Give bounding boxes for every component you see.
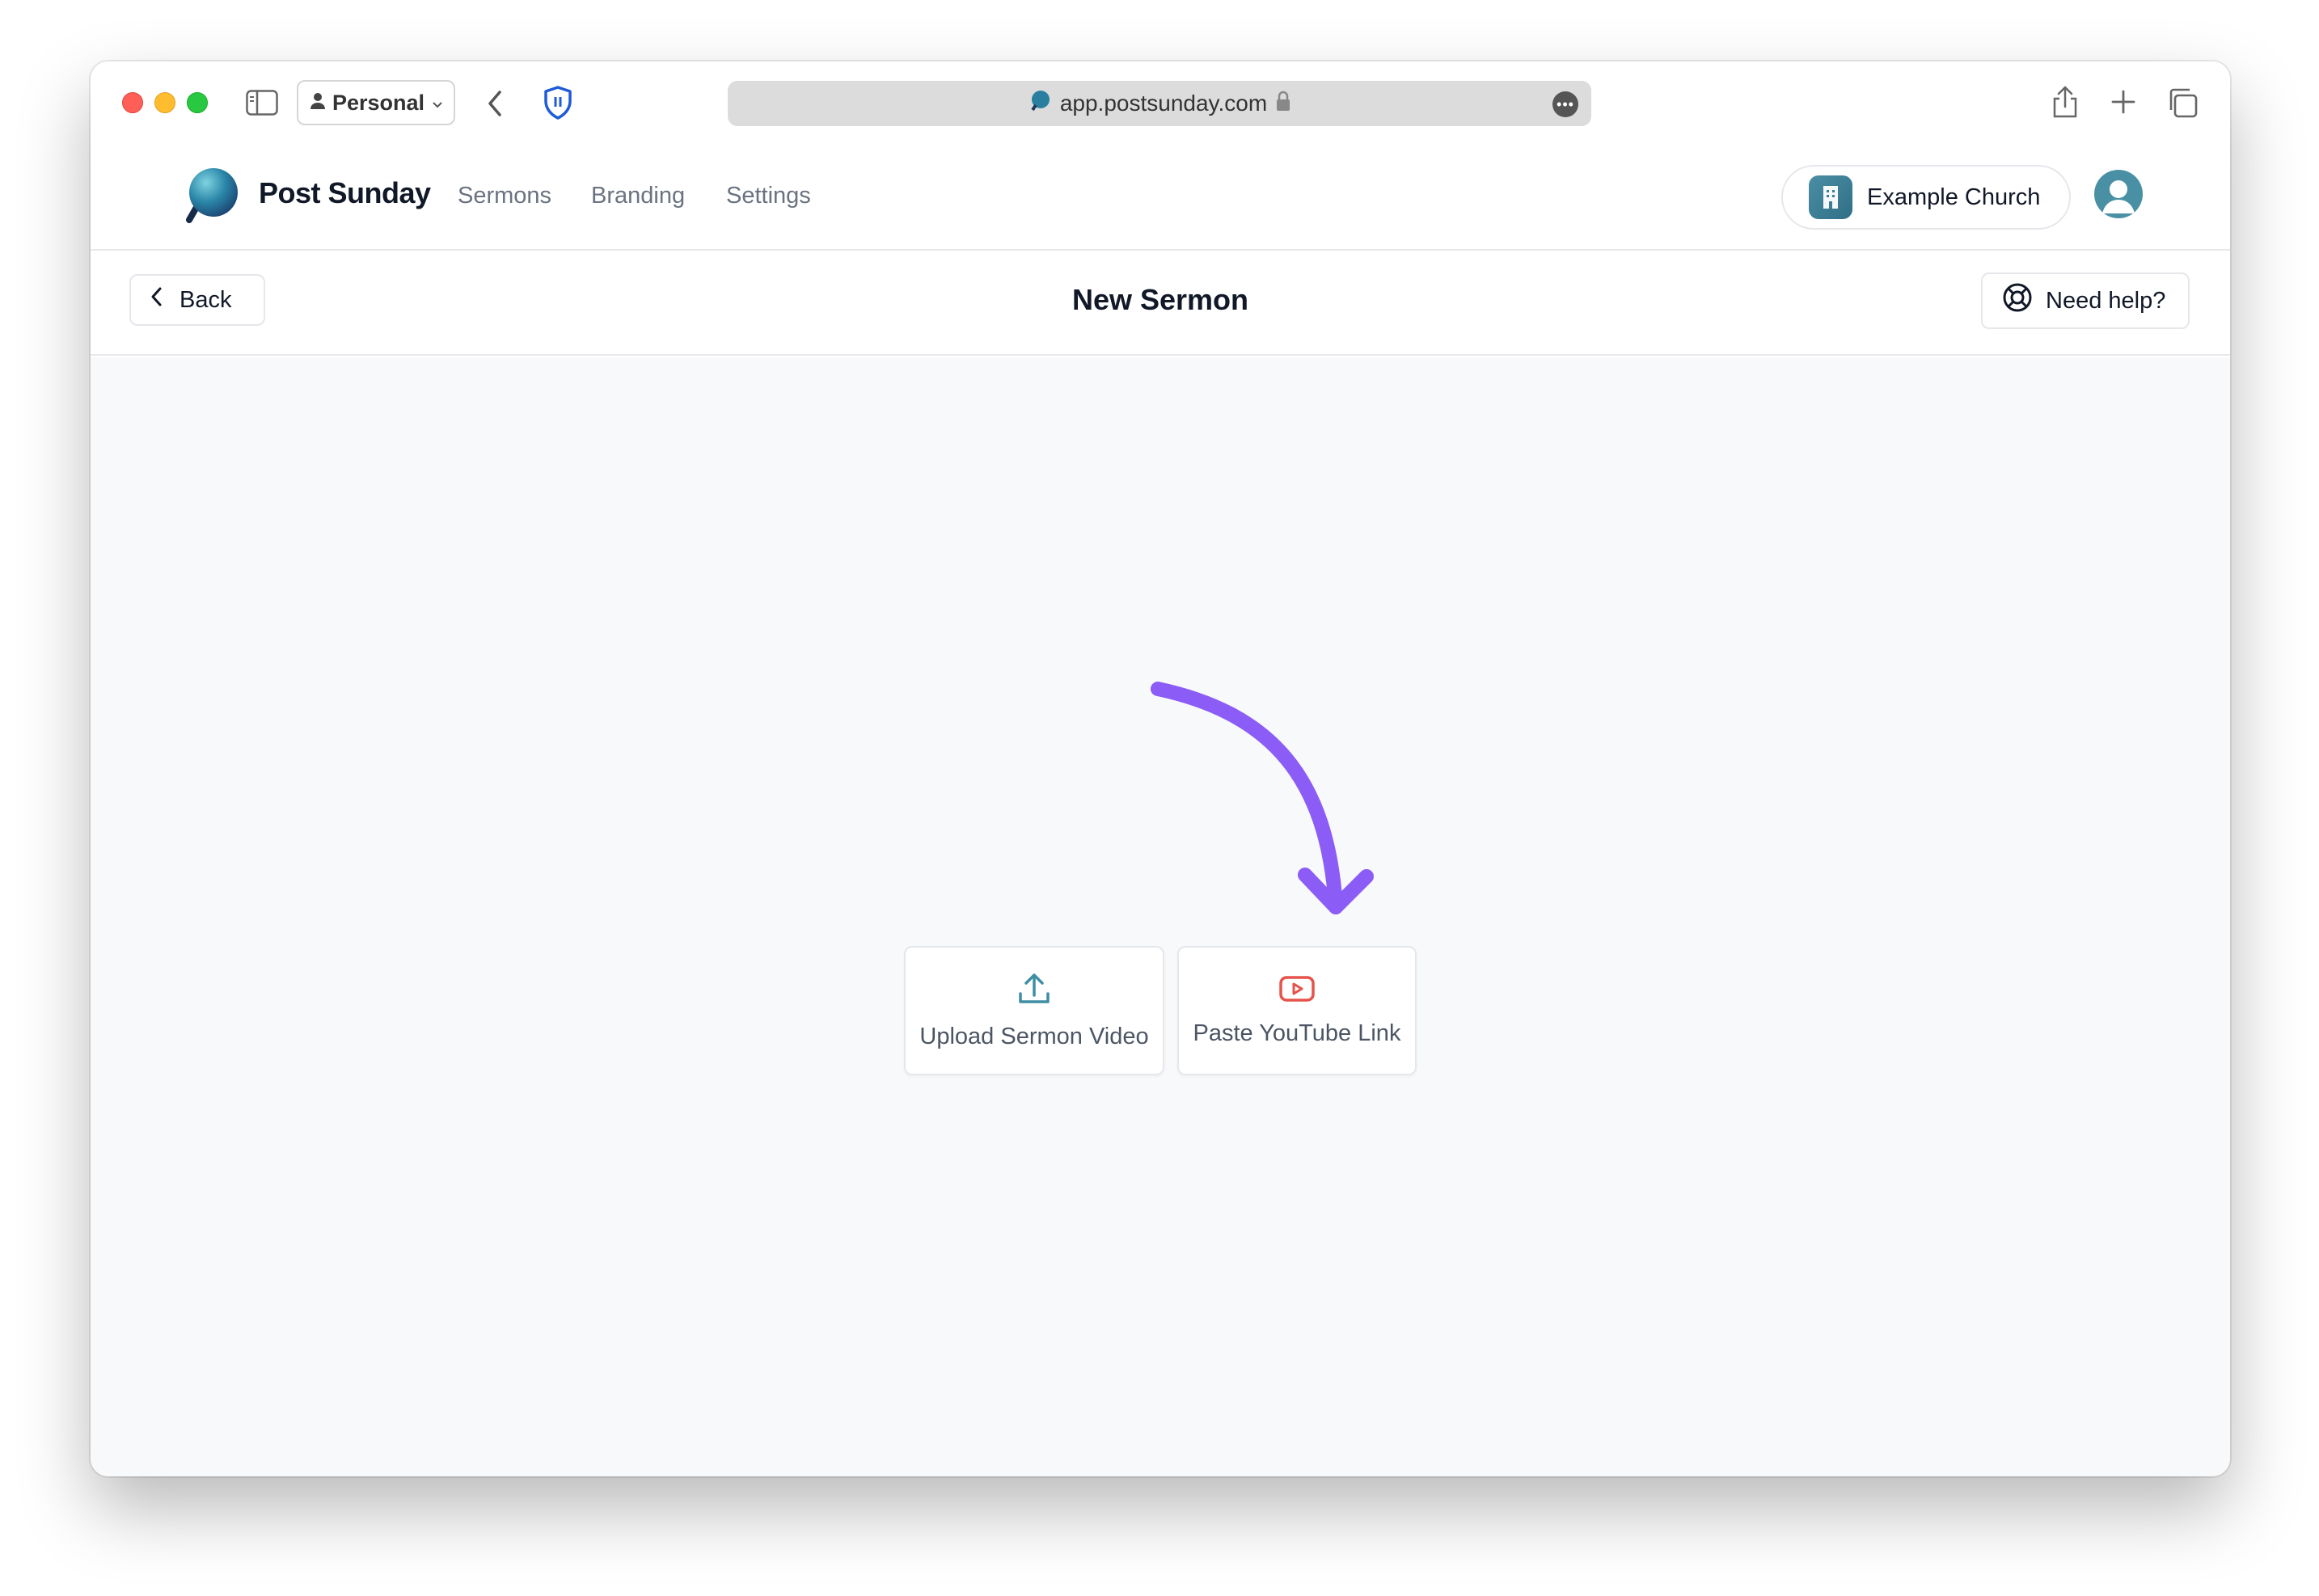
upload-sermon-video-button[interactable]: Upload Sermon Video xyxy=(904,946,1164,1075)
youtube-icon xyxy=(1278,974,1316,1007)
paste-youtube-link-label: Paste YouTube Link xyxy=(1193,1020,1401,1046)
need-help-button[interactable]: Need help? xyxy=(1981,272,2190,329)
more-icon[interactable]: ••• xyxy=(1552,91,1578,117)
url-text: app.postsunday.com xyxy=(1059,91,1268,116)
pointer-arrow-icon xyxy=(1134,665,1433,931)
page-header: Back New Sermon Need help? xyxy=(91,251,2230,356)
brand-name[interactable]: Post Sunday xyxy=(259,176,431,210)
chevron-left-icon xyxy=(488,91,501,116)
need-help-label: Need help? xyxy=(2046,287,2166,314)
site-favicon xyxy=(1028,89,1052,119)
nav-settings[interactable]: Settings xyxy=(726,183,811,209)
avatar[interactable] xyxy=(2094,170,2143,218)
post-sunday-logo[interactable] xyxy=(183,167,239,226)
plus-icon[interactable] xyxy=(2107,86,2139,118)
shield-icon[interactable] xyxy=(539,84,577,121)
zoom-window-button[interactable] xyxy=(187,92,208,113)
browser-back-button[interactable] xyxy=(479,87,511,120)
upload-icon xyxy=(1016,971,1052,1011)
app-header: Post Sunday Sermons Branding Settings Ex… xyxy=(91,146,2230,251)
page-title: New Sermon xyxy=(1071,283,1249,316)
address-bar[interactable]: app.postsunday.com ••• xyxy=(728,81,1591,126)
building-icon xyxy=(1809,175,1852,219)
church-name: Example Church xyxy=(1867,184,2041,210)
profile-label: Personal xyxy=(332,90,425,115)
lifebuoy-icon xyxy=(2002,282,2033,319)
person-icon xyxy=(310,91,326,116)
nav-branding[interactable]: Branding xyxy=(591,183,685,209)
church-switcher[interactable]: Example Church xyxy=(1781,165,2071,230)
browser-toolbar: Personal app.postsunday.com ••• xyxy=(91,61,2230,146)
chevron-down-icon xyxy=(431,91,444,116)
main-content: Upload Sermon Video Paste YouTube Link xyxy=(91,357,2230,1476)
nav-sermons[interactable]: Sermons xyxy=(458,183,551,209)
paste-youtube-link-button[interactable]: Paste YouTube Link xyxy=(1177,946,1417,1075)
profile-selector[interactable]: Personal xyxy=(297,80,455,125)
close-window-button[interactable] xyxy=(122,92,143,113)
minimize-window-button[interactable] xyxy=(154,92,175,113)
share-icon[interactable] xyxy=(2047,82,2083,121)
browser-window: Personal app.postsunday.com ••• Post Sun… xyxy=(91,61,2230,1476)
tabs-icon[interactable] xyxy=(2165,86,2199,120)
sidebar-icon[interactable] xyxy=(246,89,278,116)
upload-sermon-video-label: Upload Sermon Video xyxy=(919,1024,1149,1049)
lock-icon xyxy=(1275,91,1291,117)
